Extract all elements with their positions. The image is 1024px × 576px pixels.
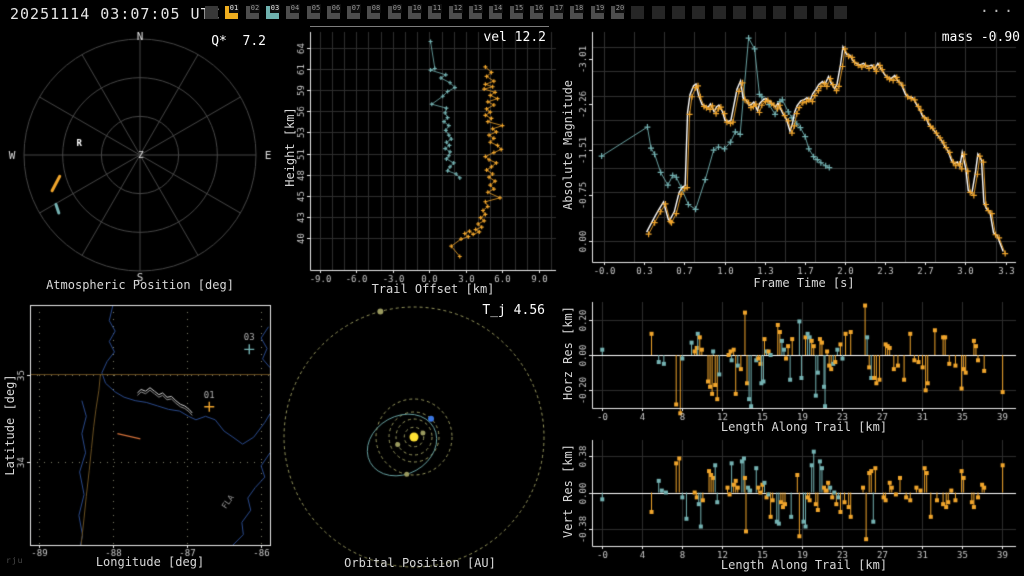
- orbital-position-panel: T_j 4.56 Orbital Position [AU]: [280, 298, 560, 576]
- camera-tab-number: 01: [229, 4, 239, 13]
- orbital-position-title: Orbital Position [AU]: [344, 556, 496, 570]
- camera-tab-04[interactable]: 04: [286, 4, 300, 19]
- camera-tab-number: 17: [554, 4, 564, 13]
- camera-tab-number: 07: [351, 4, 361, 13]
- absolute-magnitude-axis-label: Absolute Magnitude: [561, 79, 575, 211]
- camera-tab-number: 13: [473, 4, 483, 13]
- overflow-menu-button[interactable]: ...: [980, 0, 1016, 16]
- camera-tab-14[interactable]: 14: [489, 4, 503, 19]
- camera-tab-13[interactable]: 13: [469, 4, 483, 19]
- horizontal-residuals-panel: Length Along Trail [km] Horz Res [km]: [560, 298, 1024, 436]
- camera-tab-number: 06: [331, 4, 341, 13]
- camera-tab-slot-0: [205, 6, 218, 19]
- length-along-trail-axis-label-vert: Length Along Trail [km]: [720, 558, 888, 572]
- camera-tab-number: 19: [595, 4, 605, 13]
- camera-tab-15[interactable]: 15: [510, 4, 524, 19]
- camera-tab-10[interactable]: 10: [408, 4, 422, 19]
- camera-tab-number: 15: [514, 4, 524, 13]
- camera-tab-06[interactable]: 06: [327, 4, 341, 19]
- utc-clock: 20251114 03:07:05 UTC: [10, 5, 221, 23]
- vertical-residuals-panel: Length Along Trail [km] Vert Res [km]: [560, 436, 1024, 576]
- latitude-axis-label: Latitude [deg]: [3, 374, 17, 476]
- height-vs-trail-offset-plot: [280, 28, 560, 298]
- light-curve-panel: mass -0.90 Frame Time [s] Absolute Magni…: [560, 28, 1024, 298]
- camera-tab-number: 02: [250, 4, 260, 13]
- atmospheric-position-plot: [0, 28, 280, 298]
- camera-tab-slot-25: [713, 6, 726, 19]
- camera-tab-07[interactable]: 07: [347, 4, 361, 19]
- height-axis-label: Height [km]: [283, 107, 297, 187]
- camera-tab-number: 10: [412, 4, 422, 13]
- mass-value: mass -0.90: [941, 30, 1020, 45]
- camera-tab-number: 18: [574, 4, 584, 13]
- camera-tab-16[interactable]: 16: [530, 4, 544, 19]
- camera-tab-slot-24: [692, 6, 705, 19]
- camera-tab-number: 16: [534, 4, 544, 13]
- absolute-magnitude-plot: [560, 28, 1024, 298]
- camera-tab-20[interactable]: 20: [611, 4, 625, 19]
- camera-tab-number: 14: [493, 4, 503, 13]
- version-watermark: rju: [6, 556, 24, 565]
- camera-tab-12[interactable]: 12: [449, 4, 463, 19]
- vertical-residuals-plot: [560, 436, 1024, 576]
- horizontal-residuals-plot: [560, 298, 1024, 436]
- velocity-value: vel 12.2: [483, 30, 546, 45]
- camera-tab-slot-22: [652, 6, 665, 19]
- solar-system-orbit-plot: [280, 298, 560, 576]
- length-along-trail-axis-label-horz: Length Along Trail [km]: [720, 420, 888, 434]
- camera-tab-number: 20: [615, 4, 625, 13]
- camera-tab-19[interactable]: 19: [591, 4, 605, 19]
- ground-map-panel: Longitude [deg] Latitude [deg]: [0, 298, 280, 576]
- atmospheric-position-title: Atmospheric Position [deg]: [46, 278, 234, 292]
- atmospheric-position-panel: Q* 7.2 Atmospheric Position [deg]: [0, 28, 280, 298]
- camera-tab-slot-23: [672, 6, 685, 19]
- camera-tab-number: 08: [371, 4, 381, 13]
- camera-tab-09[interactable]: 09: [388, 4, 402, 19]
- camera-tab-slot-28: [773, 6, 786, 19]
- camera-tab-number: 11: [432, 4, 442, 13]
- camera-tab-05[interactable]: 05: [307, 4, 321, 19]
- tisserand-value: T_j 4.56: [482, 303, 545, 318]
- longitude-axis-label: Longitude [deg]: [95, 555, 205, 569]
- camera-tab-slot-26: [733, 6, 746, 19]
- camera-tab-slot-31: [834, 6, 847, 19]
- camera-tab-number: 03: [270, 4, 280, 13]
- camera-tab-number: 05: [311, 4, 321, 13]
- tab-strip-underline: [310, 26, 549, 27]
- frame-time-axis-label: Frame Time [s]: [753, 276, 855, 290]
- camera-tab-01[interactable]: 01: [225, 4, 239, 19]
- q-star-value: Q* 7.2: [211, 34, 266, 49]
- camera-tab-02[interactable]: 02: [246, 4, 260, 19]
- height-profile-panel: vel 12.2 Trail Offset [km] Height [km]: [280, 28, 560, 298]
- camera-tab-slot-21: [631, 6, 644, 19]
- camera-tab-number: 12: [453, 4, 463, 13]
- camera-tab-03[interactable]: 03: [266, 4, 280, 19]
- camera-tab-slot-27: [753, 6, 766, 19]
- camera-tab-08[interactable]: 08: [367, 4, 381, 19]
- fireball-dashboard: 20251114 03:07:05 UTC 01 02 03 04 05 06 07 08 09…: [0, 0, 1024, 576]
- vert-res-axis-label: Vert Res [km]: [561, 444, 575, 538]
- camera-tab-slot-30: [814, 6, 827, 19]
- camera-tab-number: 09: [392, 4, 402, 13]
- camera-tab-number: 04: [290, 4, 300, 13]
- trail-offset-axis-label: Trail Offset [km]: [371, 282, 495, 296]
- camera-tab-slot-29: [794, 6, 807, 19]
- camera-tab-11[interactable]: 11: [428, 4, 442, 19]
- ground-track-map: [0, 298, 280, 576]
